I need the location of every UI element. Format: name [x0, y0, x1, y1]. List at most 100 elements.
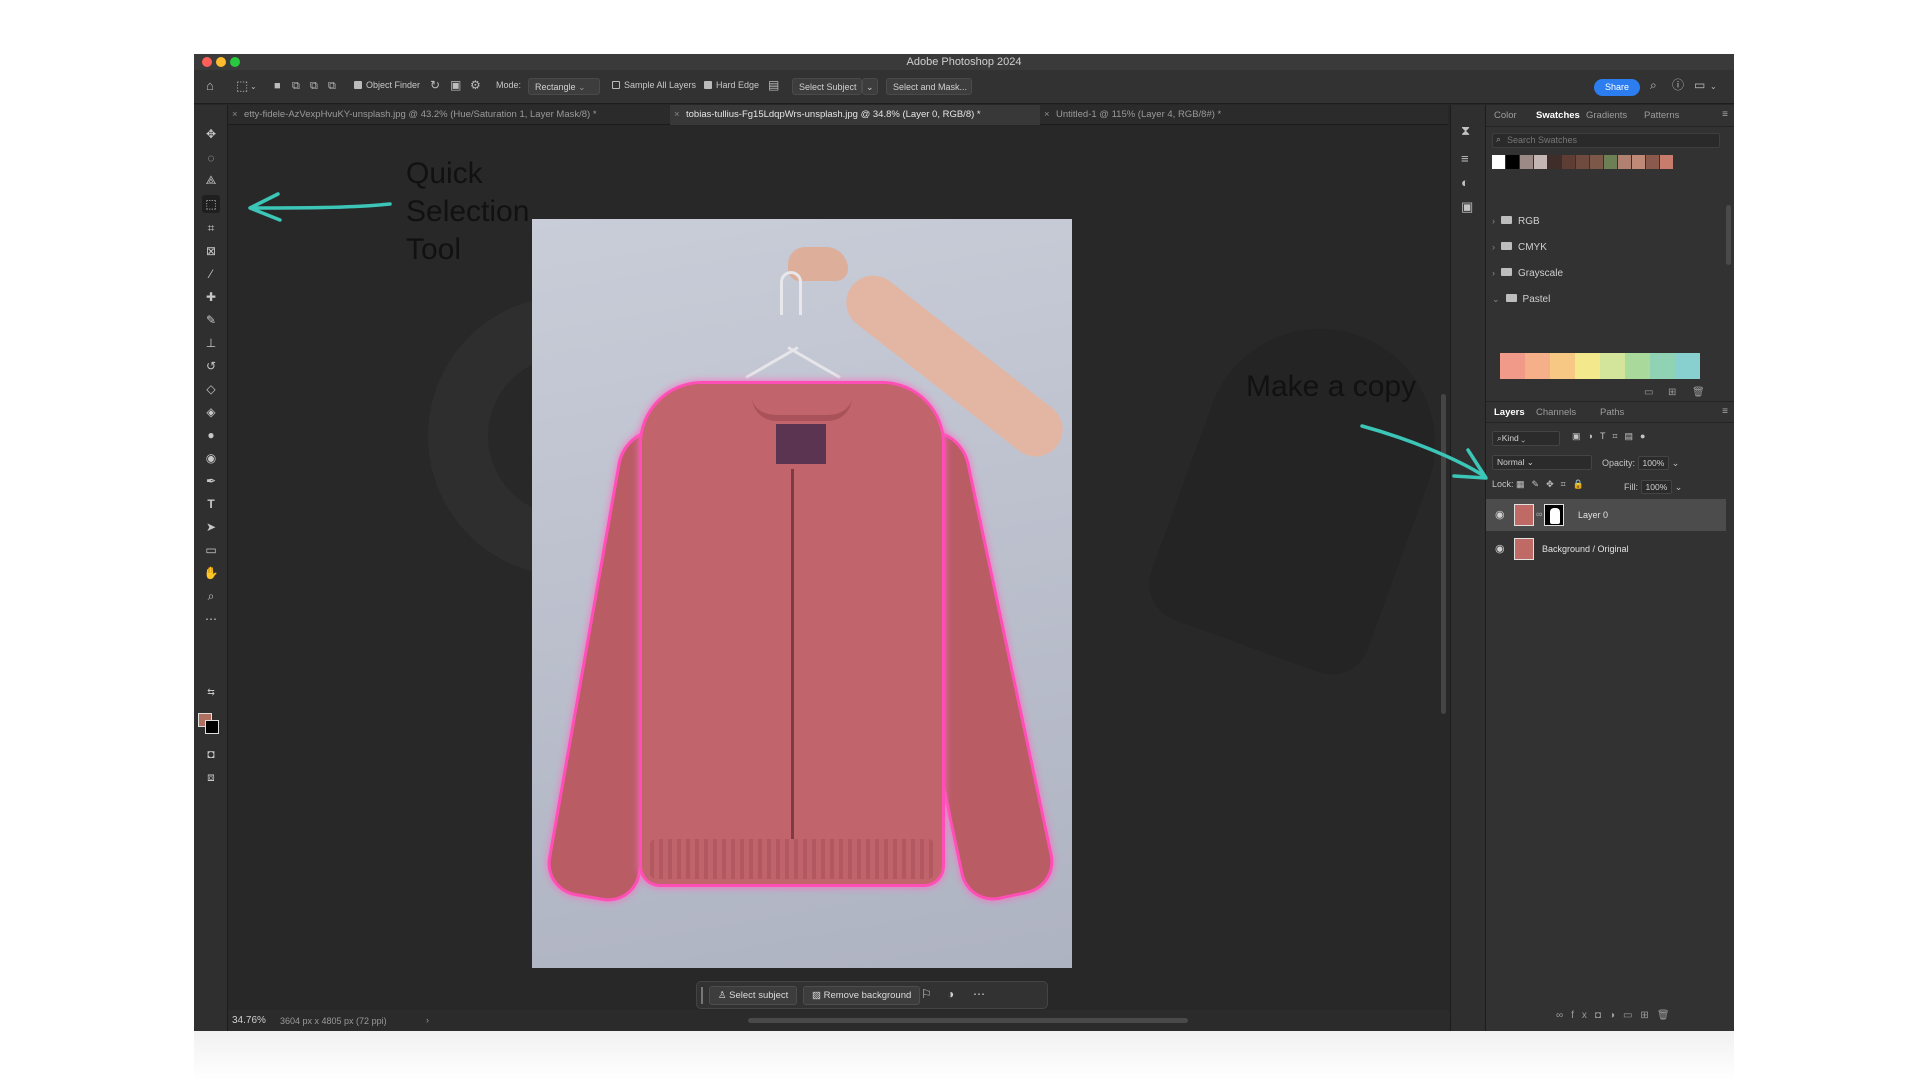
eraser-icon[interactable]: ◇ [202, 380, 220, 398]
pastel-swatch[interactable] [1525, 353, 1550, 379]
zoom-tool-icon[interactable]: ⌕ [202, 587, 220, 605]
rectangle-tool-icon[interactable]: ▭ [202, 541, 220, 559]
blend-mode-select[interactable]: Normal ⌄ [1492, 455, 1592, 470]
swatch-folder-grayscale[interactable]: › Grayscale [1492, 268, 1563, 279]
history-panel-icon[interactable]: ⧗ [1461, 123, 1470, 139]
eye-icon[interactable]: ◉ [1495, 542, 1505, 555]
intersect-selection-icon[interactable]: ⧉ [328, 80, 336, 93]
drag-handle[interactable] [701, 987, 703, 1004]
color-swatch[interactable] [1534, 155, 1547, 169]
path-selection-icon[interactable]: ➤ [202, 518, 220, 536]
background-color-swatch[interactable] [205, 720, 219, 734]
screen-mode-icon[interactable]: ⧈ [202, 768, 220, 786]
eyedropper-icon[interactable]: ⁄ [202, 265, 220, 283]
opacity-control[interactable]: Opacity: 100% ⌄ [1602, 456, 1679, 470]
show-objects-icon[interactable]: ▣ [450, 79, 461, 92]
color-swatch[interactable] [1520, 155, 1533, 169]
chevron-right-icon[interactable]: › [426, 1015, 429, 1025]
history-brush-icon[interactable]: ↺ [202, 357, 220, 375]
swatch-folder-cmyk[interactable]: › CMYK [1492, 242, 1547, 253]
layer-row-layer-0[interactable]: ◉ ∞ Layer 0 [1486, 499, 1726, 531]
pastel-swatch[interactable] [1550, 353, 1575, 379]
properties-panel-icon[interactable]: ≡ [1461, 151, 1469, 166]
type-tool-icon[interactable]: T [202, 495, 220, 513]
new-group-icon[interactable]: ▭ [1644, 387, 1653, 398]
swap-colors-icon[interactable]: ⇆ [202, 683, 220, 701]
swatch-folder-pastel[interactable]: ⌄ Pastel [1492, 294, 1550, 305]
help-icon[interactable]: ⓘ [1672, 79, 1684, 92]
color-swatch[interactable] [1632, 155, 1645, 169]
close-icon[interactable]: × [1044, 109, 1050, 120]
healing-brush-icon[interactable]: ✚ [202, 288, 220, 306]
tab-paths[interactable]: Paths [1600, 407, 1624, 418]
clone-stamp-icon[interactable]: ⊥ [202, 334, 220, 352]
select-and-mask-button[interactable]: Select and Mask... [886, 78, 972, 95]
panel-menu-icon[interactable]: ≡ [1722, 109, 1728, 120]
tab-document-2[interactable]: × tobias-tullius-Fg15LdqpWrs-unsplash.jpg… [670, 105, 1040, 125]
workspace-icon[interactable]: ▭ [1694, 79, 1705, 92]
color-swatch[interactable] [1492, 155, 1505, 169]
panel-menu-icon[interactable]: ≡ [1722, 406, 1728, 417]
remove-background-button[interactable]: ▨ Remove background [803, 986, 921, 1005]
search-icon[interactable]: ⌕ [1650, 79, 1657, 92]
color-swatch[interactable] [1660, 155, 1673, 169]
layer-filter-icons[interactable]: ▣◑T⌗▤● [1572, 431, 1652, 442]
color-swatch[interactable] [1590, 155, 1603, 169]
pastel-swatch[interactable] [1675, 353, 1700, 379]
tab-layers[interactable]: Layers [1494, 407, 1525, 418]
pastel-swatch[interactable] [1625, 353, 1650, 379]
object-finder-checkbox[interactable]: Object Finder [354, 80, 420, 90]
add-selection-icon[interactable]: ⧉ [292, 80, 300, 93]
swatch-folder-rgb[interactable]: › RGB [1492, 216, 1540, 227]
chevron-down-icon[interactable]: ⌄ [250, 80, 257, 93]
tab-gradients[interactable]: Gradients [1586, 110, 1627, 121]
dodge-tool-icon[interactable]: ◉ [202, 449, 220, 467]
jacket-photo[interactable] [532, 219, 1072, 968]
quick-selection-tool-icon[interactable]: ⬚ [202, 195, 220, 213]
close-icon[interactable]: × [674, 109, 680, 120]
tab-document-3[interactable]: × Untitled-1 @ 115% (Layer 4, RGB/8#) * [1040, 105, 1270, 125]
polygonal-lasso-icon[interactable]: ⟁ [202, 171, 220, 189]
tab-document-1[interactable]: × etty-fidele-AzVexpHvuKY-unsplash.jpg @ … [228, 105, 670, 125]
color-swatch[interactable] [1646, 155, 1659, 169]
more-tools-icon[interactable]: ⋯ [202, 610, 220, 628]
lasso-tool-icon[interactable]: ◌ [202, 149, 220, 167]
share-button[interactable]: Share [1594, 79, 1640, 96]
color-swatch[interactable] [1548, 155, 1561, 169]
select-subject-dropdown[interactable]: ⌄ [862, 78, 878, 95]
frame-tool-icon[interactable]: ⊠ [202, 242, 220, 260]
close-icon[interactable]: × [232, 109, 238, 120]
zoom-level[interactable]: 34.76% [232, 1015, 266, 1026]
flag-icon[interactable]: ⚐ [921, 987, 932, 1001]
quick-mask-icon[interactable]: ◘ [202, 745, 220, 763]
home-icon[interactable]: ⌂ [206, 79, 214, 92]
pastel-swatch[interactable] [1500, 353, 1525, 379]
subtract-selection-icon[interactable]: ⧉ [310, 80, 318, 93]
color-swatch[interactable] [1506, 155, 1519, 169]
layer-mask-thumbnail[interactable] [1544, 504, 1564, 526]
delete-swatch-icon[interactable]: 🗑 [1692, 387, 1705, 398]
quick-selection-preset-icon[interactable]: ⬚ [236, 79, 248, 92]
libraries-panel-icon[interactable]: ▣ [1461, 199, 1473, 215]
canvas-horizontal-scrollbar[interactable] [748, 1018, 1188, 1023]
brush-tool-icon[interactable]: ✎ [202, 311, 220, 329]
color-swatch[interactable] [1604, 155, 1617, 169]
swatches-scrollbar[interactable] [1726, 205, 1731, 265]
layer-filter-kind[interactable]: ⌕Kind ⌄ [1492, 431, 1560, 446]
blur-tool-icon[interactable]: ● [202, 426, 220, 444]
pastel-swatch[interactable] [1575, 353, 1600, 379]
color-swatch[interactable] [1562, 155, 1575, 169]
search-swatches-input[interactable]: ⌕ Search Swatches [1492, 133, 1720, 148]
adjustments-panel-icon[interactable]: ◐ [1461, 175, 1469, 190]
crop-tool-icon[interactable]: ⌗ [202, 219, 220, 237]
eye-icon[interactable]: ◉ [1495, 508, 1505, 521]
pen-tool-icon[interactable]: ✒ [202, 472, 220, 490]
more-options-icon[interactable]: ⋯ [973, 987, 985, 1001]
new-swatch-icon[interactable]: ⊞ [1668, 387, 1676, 398]
tab-swatches[interactable]: Swatches [1536, 110, 1580, 121]
layers-footer-icons[interactable]: ∞fx◘◑▭⊞🗑 [1556, 1010, 1678, 1021]
sample-all-layers-checkbox[interactable]: Sample All Layers [612, 80, 696, 90]
gear-icon[interactable]: ⚙ [470, 79, 481, 92]
color-swatch[interactable] [1576, 155, 1589, 169]
fill-control[interactable]: Fill: 100% ⌄ [1624, 480, 1682, 494]
